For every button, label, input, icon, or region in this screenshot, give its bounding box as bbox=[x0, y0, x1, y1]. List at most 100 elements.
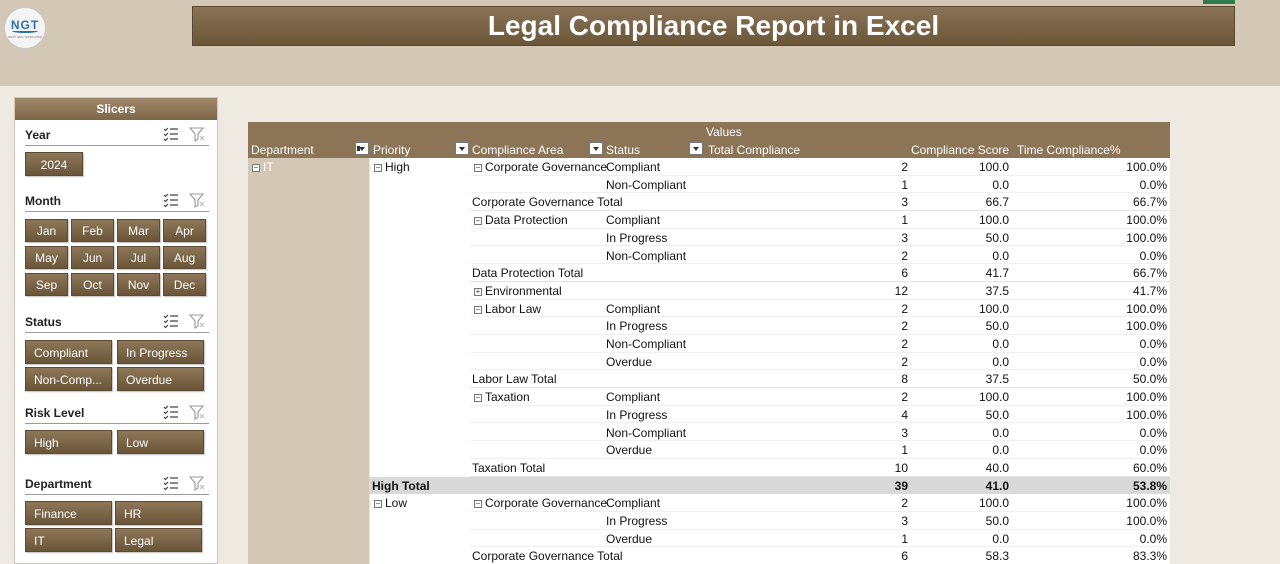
time-compliance-cell: 100.0% bbox=[1126, 319, 1167, 334]
status-cell: Compliant bbox=[606, 301, 661, 316]
table-row[interactable]: In Progress 2 50.0 100.0% bbox=[470, 317, 1170, 335]
department-label[interactable]: − IT bbox=[252, 160, 274, 174]
multi-select-icon[interactable] bbox=[163, 313, 179, 329]
time-compliance-cell: 100.0% bbox=[1126, 301, 1167, 316]
total-compliance-cell: 8 bbox=[901, 372, 908, 387]
priority-label-low[interactable]: − Low bbox=[374, 496, 407, 510]
slicer-item-it[interactable]: IT bbox=[25, 528, 112, 552]
slicer-item-jul[interactable]: Jul bbox=[117, 246, 160, 269]
collapse-icon[interactable]: − bbox=[474, 394, 482, 403]
table-row[interactable]: − Corporate Governance Compliant 2 100.0 100.… bbox=[470, 494, 1170, 512]
status-cell: Non-Compliant bbox=[606, 248, 687, 263]
slicer-item-legal[interactable]: Legal bbox=[115, 528, 202, 552]
clear-filter-icon[interactable] bbox=[189, 475, 205, 491]
slicer-item-feb[interactable]: Feb bbox=[71, 219, 114, 242]
slicer-item-jan[interactable]: Jan bbox=[25, 219, 68, 242]
collapse-icon[interactable]: − bbox=[474, 500, 482, 509]
table-row[interactable]: − Taxation Compliant 2 100.0 100.0% bbox=[470, 388, 1170, 406]
time-compliance-cell: 0.0% bbox=[1139, 248, 1167, 263]
collapse-icon[interactable]: − bbox=[474, 217, 482, 226]
slicer-item-dec[interactable]: Dec bbox=[163, 273, 206, 296]
slicer-item-hr[interactable]: HR bbox=[115, 501, 202, 525]
compliance-score-cell: 0.0 bbox=[992, 425, 1009, 440]
slicer-month: Month Jan Feb Mar Apr May Jun Jul Aug Sep Oct Nov De… bbox=[25, 188, 209, 296]
column-header-time-compliance: Time Compliance% bbox=[1017, 143, 1121, 157]
grand-total-row[interactable]: High Total 39 41.0 53.8% bbox=[369, 476, 1170, 495]
compliance-area-filter-button[interactable] bbox=[589, 142, 603, 155]
priority-filter-button[interactable] bbox=[455, 142, 469, 155]
table-row[interactable]: In Progress 3 50.0 100.0% bbox=[470, 512, 1170, 530]
compliance-area-label: Labor Law bbox=[485, 301, 542, 316]
subtotal-row[interactable]: Corporate Governance Total 3 66.7 66.7% bbox=[470, 193, 1170, 212]
multi-select-icon[interactable] bbox=[163, 192, 179, 208]
clear-filter-icon[interactable] bbox=[189, 126, 205, 142]
expand-icon[interactable]: + bbox=[474, 287, 482, 296]
slicer-title: Risk Level bbox=[25, 406, 85, 420]
total-compliance-cell: 1 bbox=[901, 531, 908, 546]
slicer-header: Month bbox=[25, 188, 209, 212]
slicer-item-may[interactable]: May bbox=[25, 246, 68, 269]
slicer-risk-level: Risk Level High Low bbox=[25, 400, 209, 454]
table-row[interactable]: Non-Compliant 3 0.0 0.0% bbox=[470, 424, 1170, 442]
collapse-icon[interactable]: − bbox=[374, 164, 382, 172]
time-compliance-cell: 50.0% bbox=[1132, 372, 1167, 387]
multi-select-icon[interactable] bbox=[163, 404, 179, 420]
slicer-item-high[interactable]: High bbox=[25, 430, 112, 454]
slicer-item-mar[interactable]: Mar bbox=[117, 219, 160, 242]
slicer-item-sep[interactable]: Sep bbox=[25, 273, 68, 296]
table-row[interactable]: Overdue 1 0.0 0.0% bbox=[470, 530, 1170, 548]
status-cell: In Progress bbox=[606, 319, 668, 334]
total-compliance-cell: 2 bbox=[901, 248, 908, 263]
slicer-header: Year bbox=[25, 122, 209, 146]
table-row[interactable]: Overdue 1 0.0 0.0% bbox=[470, 441, 1170, 459]
total-compliance-cell: 3 bbox=[901, 230, 908, 245]
table-row[interactable]: In Progress 3 50.0 100.0% bbox=[470, 229, 1170, 247]
multi-select-icon[interactable] bbox=[163, 475, 179, 491]
slicer-item-apr[interactable]: Apr bbox=[163, 219, 206, 242]
time-compliance-cell: 41.7% bbox=[1132, 283, 1167, 298]
slicer-item-finance[interactable]: Finance bbox=[25, 501, 112, 525]
slicer-title: Month bbox=[25, 194, 61, 208]
clear-filter-icon[interactable] bbox=[189, 404, 205, 420]
slicer-item-nov[interactable]: Nov bbox=[117, 273, 160, 296]
table-row[interactable]: Non-Compliant 1 0.0 0.0% bbox=[470, 176, 1170, 194]
department-filter-button[interactable] bbox=[355, 142, 369, 155]
subtotal-row[interactable]: Corporate Governance Total 6 58.3 83.3% bbox=[470, 547, 1170, 564]
collapse-icon[interactable]: − bbox=[474, 305, 482, 314]
table-row[interactable]: − Labor Law Compliant 2 100.0 100.0% bbox=[470, 300, 1170, 318]
collapse-icon[interactable]: − bbox=[474, 164, 482, 172]
slicer-item-compliant[interactable]: Compliant bbox=[25, 340, 112, 364]
pivot-table[interactable]: Values Department Priority Compliance Ar… bbox=[248, 122, 1170, 564]
clear-filter-icon[interactable] bbox=[189, 313, 205, 329]
time-compliance-cell: 100.0% bbox=[1126, 230, 1167, 245]
status-filter-button[interactable] bbox=[689, 142, 703, 155]
table-row[interactable]: Overdue 2 0.0 0.0% bbox=[470, 353, 1170, 371]
slicer-item-non-comp[interactable]: Non-Comp... bbox=[25, 367, 112, 391]
subtotal-row[interactable]: Taxation Total 10 40.0 60.0% bbox=[470, 459, 1170, 477]
collapse-icon[interactable]: − bbox=[252, 164, 260, 172]
table-row[interactable]: In Progress 4 50.0 100.0% bbox=[470, 406, 1170, 424]
clear-filter-icon[interactable] bbox=[189, 192, 205, 208]
table-row[interactable]: Non-Compliant 2 0.0 0.0% bbox=[470, 335, 1170, 353]
table-row[interactable]: − Data Protection Compliant 1 100.0 100.0% bbox=[470, 211, 1170, 229]
slicer-item-low[interactable]: Low bbox=[117, 430, 204, 454]
slicer-item-overdue[interactable]: Overdue bbox=[117, 367, 204, 391]
column-header-compliance-area: Compliance Area bbox=[472, 143, 564, 157]
status-cell: Non-Compliant bbox=[606, 177, 687, 192]
collapse-icon[interactable]: − bbox=[374, 500, 382, 508]
total-compliance-cell: 2 bbox=[901, 319, 908, 334]
subtotal-row[interactable]: Labor Law Total 8 37.5 50.0% bbox=[470, 370, 1170, 389]
multi-select-icon[interactable] bbox=[163, 126, 179, 142]
table-row[interactable]: Non-Compliant 2 0.0 0.0% bbox=[470, 247, 1170, 265]
slicers-panel-title: Slicers bbox=[15, 98, 217, 120]
table-row[interactable]: − Corporate Governance Compliant 2 100.0 100.… bbox=[470, 158, 1170, 176]
slicer-item-jun[interactable]: Jun bbox=[71, 246, 114, 269]
compliance-score-cell: 100.0 bbox=[978, 301, 1009, 316]
slicer-item-in-progress[interactable]: In Progress bbox=[117, 340, 204, 364]
subtotal-row[interactable]: Data Protection Total 6 41.7 66.7% bbox=[470, 264, 1170, 282]
table-row[interactable]: + Environmental 12 37.5 41.7% bbox=[470, 282, 1170, 300]
slicer-item-oct[interactable]: Oct bbox=[71, 273, 114, 296]
slicer-item-aug[interactable]: Aug bbox=[163, 246, 206, 269]
priority-label-high[interactable]: − High bbox=[374, 160, 410, 174]
slicer-item-2024[interactable]: 2024 bbox=[25, 152, 83, 176]
